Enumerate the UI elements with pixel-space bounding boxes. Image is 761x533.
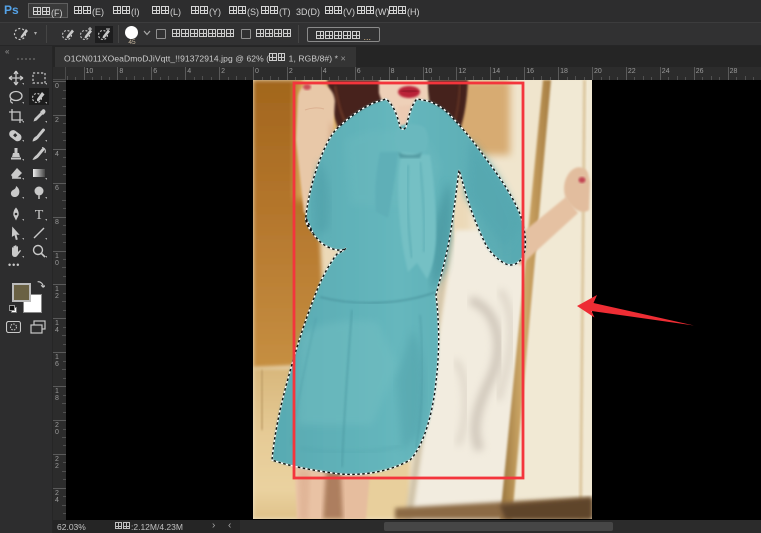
svg-text:T: T [35, 208, 44, 222]
